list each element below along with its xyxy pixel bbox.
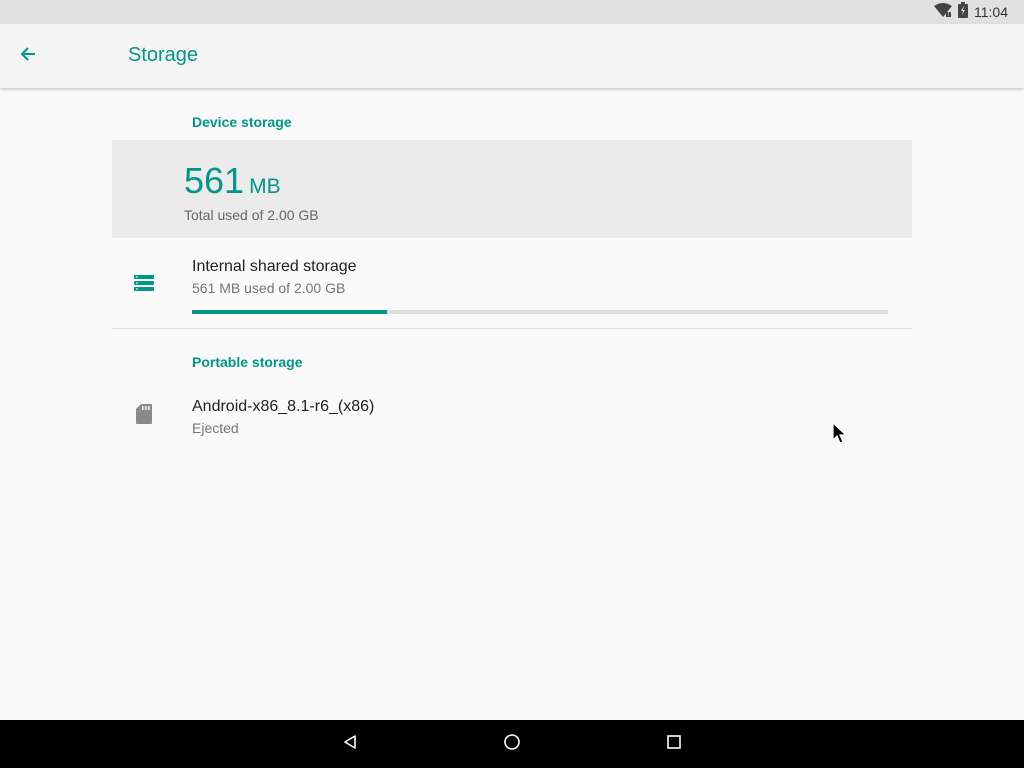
storage-icon xyxy=(132,271,156,295)
app-bar: Storage xyxy=(0,24,1024,88)
internal-storage-subtitle: 561 MB used of 2.00 GB xyxy=(192,280,346,296)
internal-storage-title: Internal shared storage xyxy=(192,258,357,275)
nav-back-button[interactable] xyxy=(338,732,362,756)
back-triangle-icon xyxy=(342,734,358,755)
back-button[interactable] xyxy=(12,40,44,72)
storage-summary-value: 561 MB xyxy=(184,160,281,202)
wifi-icon: ! xyxy=(934,2,952,22)
status-clock: 11:04 xyxy=(974,4,1008,20)
storage-used-unit: MB xyxy=(249,175,281,198)
storage-summary-caption: Total used of 2.00 GB xyxy=(184,207,319,223)
status-bar: ! 11:04 xyxy=(0,0,1024,24)
storage-progress-bar xyxy=(192,310,888,314)
page-title: Storage xyxy=(128,44,199,66)
storage-progress-fill xyxy=(192,310,387,314)
navigation-bar xyxy=(0,720,1024,768)
portable-storage-title: Android-x86_8.1-r6_(x86) xyxy=(192,398,375,415)
battery-icon xyxy=(958,1,968,23)
portable-storage-status: Ejected xyxy=(192,420,239,436)
nav-recents-button[interactable] xyxy=(662,732,686,756)
arrow-back-icon xyxy=(19,45,37,68)
sd-card-icon xyxy=(132,402,156,426)
storage-content: Device storage 561 MB Total used of 2.00 … xyxy=(0,88,1024,720)
recents-square-icon xyxy=(666,734,682,755)
storage-used-number: 561 xyxy=(184,160,245,201)
device-storage-header: Device storage xyxy=(192,114,292,130)
home-circle-icon xyxy=(503,733,521,756)
portable-storage-item[interactable]: Android-x86_8.1-r6_(x86) Ejected xyxy=(112,380,912,452)
storage-summary-card: 561 MB Total used of 2.00 GB xyxy=(112,140,912,238)
svg-text:!: ! xyxy=(947,11,949,17)
section-divider xyxy=(112,328,912,329)
status-icons: ! 11:04 xyxy=(934,0,1008,24)
internal-storage-item[interactable]: Internal shared storage 561 MB used of 2… xyxy=(112,240,912,328)
portable-storage-header: Portable storage xyxy=(192,354,303,370)
mouse-cursor-icon xyxy=(832,421,848,451)
nav-home-button[interactable] xyxy=(500,732,524,756)
